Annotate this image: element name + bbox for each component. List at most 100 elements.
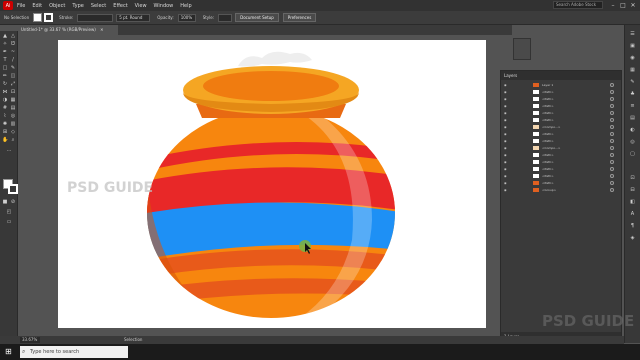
target-circle-icon[interactable] xyxy=(610,181,614,185)
taskbar-search-input[interactable]: ⌕ Type here to search xyxy=(20,346,128,358)
layer-thumbnail xyxy=(533,167,539,171)
visibility-eye-icon[interactable]: ◉ xyxy=(504,180,507,186)
layer-thumbnail xyxy=(533,146,539,150)
layer-row[interactable]: ◉ <Path> xyxy=(501,89,621,95)
layer-thumbnail xyxy=(533,160,539,164)
target-circle-icon[interactable] xyxy=(610,167,614,171)
layer-row[interactable]: ◉ <Path> xyxy=(501,117,621,123)
target-circle-icon[interactable] xyxy=(610,160,614,164)
visibility-eye-icon[interactable]: ◉ xyxy=(504,82,507,88)
layer-row[interactable]: ◉ <Path> xyxy=(501,173,621,179)
layer-row[interactable]: ◉ Layer 1 xyxy=(501,82,621,88)
layer-row[interactable]: ◉ <Path> xyxy=(501,96,621,102)
visibility-eye-icon[interactable]: ◉ xyxy=(504,166,507,172)
layer-name: <Group> xyxy=(542,188,557,192)
target-circle-icon[interactable] xyxy=(610,188,614,192)
layer-row[interactable]: ◉ <Path> xyxy=(501,152,621,158)
paragraph-icon[interactable]: ¶ xyxy=(629,223,636,230)
layer-name: <Path> xyxy=(542,174,554,178)
brushes-icon[interactable]: ✎ xyxy=(629,79,636,86)
visibility-eye-icon[interactable]: ◉ xyxy=(504,110,507,116)
visibility-eye-icon[interactable]: ◉ xyxy=(504,117,507,123)
visibility-eye-icon[interactable]: ◉ xyxy=(504,159,507,165)
gradient-panel-icon[interactable]: ▤ xyxy=(629,115,636,122)
windows-start-icon[interactable]: ⊞ xyxy=(5,348,13,356)
layer-row[interactable]: ◉ <Group> xyxy=(501,187,621,193)
layer-name: <Compo...> xyxy=(542,146,561,150)
appearance-icon[interactable]: ◎ xyxy=(629,139,636,146)
zoom-level-field[interactable]: 33.67% xyxy=(20,337,40,343)
target-circle-icon[interactable] xyxy=(610,125,614,129)
layer-row[interactable]: ◉ <Path> xyxy=(501,110,621,116)
target-circle-icon[interactable] xyxy=(610,97,614,101)
layer-thumbnail xyxy=(533,104,539,108)
layer-name: <Compo...> xyxy=(542,125,561,129)
visibility-eye-icon[interactable]: ◉ xyxy=(504,187,507,193)
watermark-right: PSD GUIDE xyxy=(542,312,635,330)
layer-thumbnail xyxy=(533,132,539,136)
pathfinder-icon[interactable]: ◧ xyxy=(629,199,636,206)
layers-dock-icon[interactable]: ◈ xyxy=(629,235,636,242)
navigator-mini-panel[interactable] xyxy=(513,38,531,60)
layer-name: <Path> xyxy=(542,90,554,94)
layer-name: <Path> xyxy=(542,181,554,185)
layer-thumbnail xyxy=(533,181,539,185)
target-circle-icon[interactable] xyxy=(610,111,614,115)
search-icon: ⌕ xyxy=(22,348,26,355)
windows-taskbar: ⊞ ⌕ Type here to search xyxy=(0,344,640,360)
graphic-styles-icon[interactable]: ▢ xyxy=(629,151,636,158)
symbols-icon[interactable]: ♣ xyxy=(629,91,636,98)
libraries-icon[interactable]: ▣ xyxy=(629,43,636,50)
visibility-eye-icon[interactable]: ◉ xyxy=(504,103,507,109)
layer-name: <Path> xyxy=(542,97,554,101)
align-icon[interactable]: ⊟ xyxy=(629,187,636,194)
layer-row[interactable]: ◉ <Path> xyxy=(501,180,621,186)
color-icon[interactable]: ◉ xyxy=(629,55,636,62)
transform-icon[interactable]: ⊡ xyxy=(629,175,636,182)
layer-row[interactable]: ◉ <Path> xyxy=(501,131,621,137)
swatches-icon[interactable]: ▦ xyxy=(629,67,636,74)
layers-panel: Layers ◉ Layer 1 ◉ <Path> ◉ <Path> ◉ <Path> ◉ <Pa… xyxy=(500,70,622,342)
layer-name: <Path> xyxy=(542,167,554,171)
target-circle-icon[interactable] xyxy=(610,118,614,122)
layer-row[interactable]: ◉ <Path> xyxy=(501,166,621,172)
visibility-eye-icon[interactable]: ◉ xyxy=(504,145,507,151)
layer-thumbnail xyxy=(533,111,539,115)
visibility-eye-icon[interactable]: ◉ xyxy=(504,124,507,130)
layer-row[interactable]: ◉ <Path> xyxy=(501,159,621,165)
target-circle-icon[interactable] xyxy=(610,104,614,108)
visibility-eye-icon[interactable]: ◉ xyxy=(504,173,507,179)
transparency-icon[interactable]: ◐ xyxy=(629,127,636,134)
layer-name: <Path> xyxy=(542,111,554,115)
properties-icon[interactable]: ☰ xyxy=(629,31,636,38)
layer-row[interactable]: ◉ <Compo...> xyxy=(501,145,621,151)
target-circle-icon[interactable] xyxy=(610,132,614,136)
layer-thumbnail xyxy=(533,97,539,101)
layer-row[interactable]: ◉ <Compo...> xyxy=(501,124,621,130)
layer-thumbnail xyxy=(533,188,539,192)
visibility-eye-icon[interactable]: ◉ xyxy=(504,152,507,158)
steam-shape xyxy=(238,51,312,67)
target-circle-icon[interactable] xyxy=(610,139,614,143)
layer-row[interactable]: ◉ <Path> xyxy=(501,138,621,144)
target-circle-icon[interactable] xyxy=(610,83,614,87)
right-dock: ☰ ▣ ◉ ▦ ✎ ♣ ≡ ▤ ◐ ◎ ▢ ⊡ ⊟ ◧ A ¶ ◈ xyxy=(624,25,640,343)
layer-name: <Path> xyxy=(542,160,554,164)
layer-name: <Path> xyxy=(542,153,554,157)
taskbar-search-placeholder: Type here to search xyxy=(30,349,80,355)
target-circle-icon[interactable] xyxy=(610,153,614,157)
watermark-left: PSD GUIDE xyxy=(67,180,154,196)
visibility-eye-icon[interactable]: ◉ xyxy=(504,131,507,137)
target-circle-icon[interactable] xyxy=(610,90,614,94)
stroke-panel-icon[interactable]: ≡ xyxy=(629,103,636,110)
layer-row[interactable]: ◉ <Path> xyxy=(501,103,621,109)
layer-name: <Path> xyxy=(542,104,554,108)
layer-thumbnail xyxy=(533,174,539,178)
visibility-eye-icon[interactable]: ◉ xyxy=(504,96,507,102)
character-icon[interactable]: A xyxy=(629,211,636,218)
visibility-eye-icon[interactable]: ◉ xyxy=(504,138,507,144)
layer-name: <Path> xyxy=(542,132,554,136)
target-circle-icon[interactable] xyxy=(610,174,614,178)
visibility-eye-icon[interactable]: ◉ xyxy=(504,89,507,95)
target-circle-icon[interactable] xyxy=(610,146,614,150)
